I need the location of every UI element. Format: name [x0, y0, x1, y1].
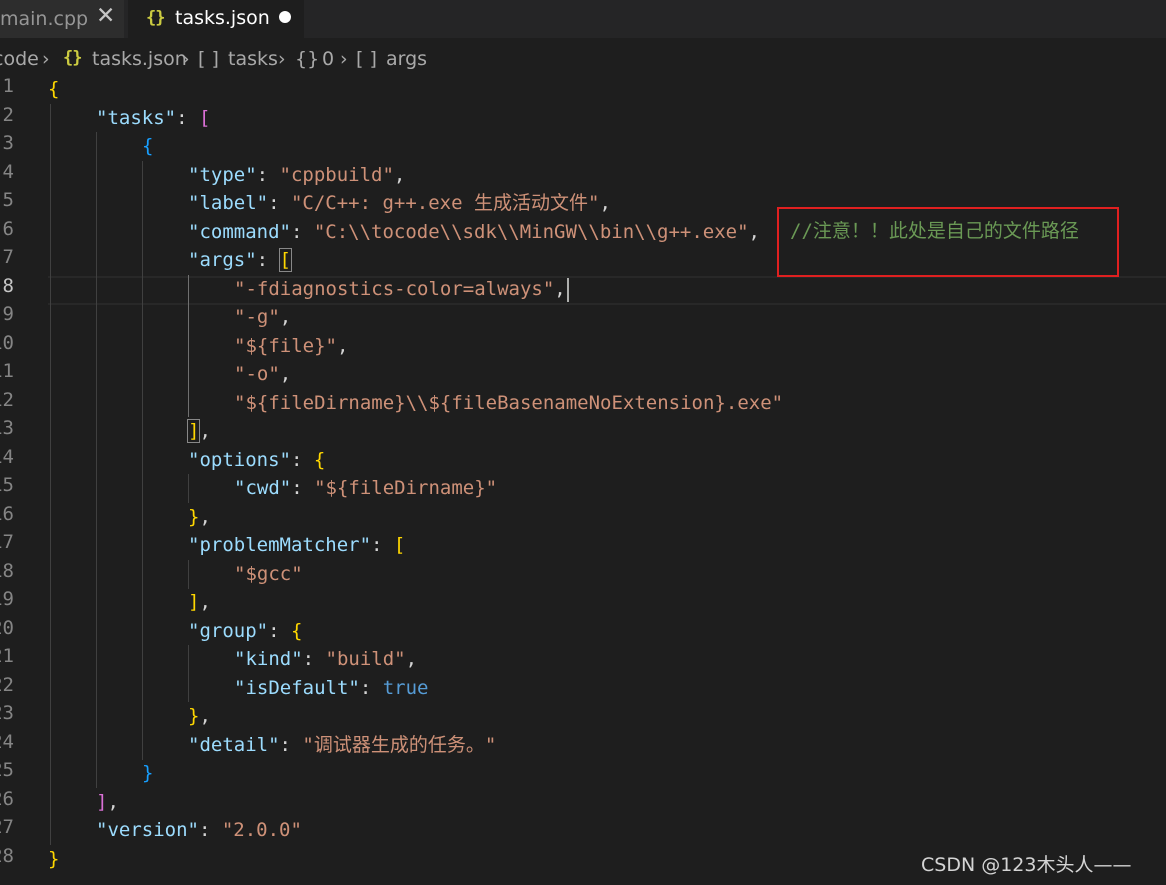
code-line: "isDefault": true	[234, 677, 429, 699]
code-line: "group": {	[188, 620, 303, 642]
code-line: },	[188, 705, 211, 727]
code-line: "-o",	[234, 363, 292, 385]
indent-guide	[188, 645, 189, 702]
line-number: 9	[2, 303, 14, 325]
current-line-highlight	[48, 276, 1166, 305]
code-line: ],	[96, 791, 119, 813]
line-number: 8	[2, 275, 14, 297]
line-number: 18	[0, 560, 14, 582]
code-line: "${file}",	[234, 335, 349, 357]
tab-main-cpp[interactable]: main.cpp ✕	[0, 0, 124, 38]
code-line: "$gcc"	[234, 563, 303, 585]
chevron-right-icon: ›	[182, 48, 190, 70]
code-line: "kind": "build",	[234, 648, 418, 670]
line-number: 10	[0, 332, 14, 354]
line-number: 17	[0, 531, 14, 553]
line-number: 6	[2, 218, 14, 240]
line-number: 22	[0, 674, 14, 696]
line-number: 16	[0, 503, 14, 525]
breadcrumb-item-folder[interactable]: code	[0, 48, 39, 70]
code-line: "label": "C/C++: g++.exe 生成活动文件",	[188, 192, 611, 214]
code-line: "-g",	[234, 306, 292, 328]
tab-bar: main.cpp ✕ {} tasks.json	[0, 0, 1166, 38]
code-line: "detail": "调试器生成的任务。"	[188, 734, 497, 756]
line-number: 28	[0, 845, 14, 867]
code-line: ],	[188, 591, 211, 613]
array-icon: [ ]	[356, 48, 377, 70]
code-line: }	[48, 848, 60, 870]
breadcrumb: code › {} tasks.json › [ ] tasks › {} 0 …	[0, 40, 1166, 78]
code-line: "version": "2.0.0"	[96, 819, 302, 841]
indent-guide-active	[188, 275, 189, 417]
line-number: 1	[2, 75, 14, 97]
watermark: CSDN @123木头人——	[921, 854, 1132, 876]
tab-label: tasks.json	[175, 7, 270, 29]
text-cursor	[566, 277, 569, 302]
line-number: 15	[0, 474, 14, 496]
code-line: "${fileDirname}\\${fileBasenameNoExtensi…	[234, 392, 784, 414]
array-icon: [ ]	[198, 48, 219, 70]
close-icon[interactable]: ✕	[96, 3, 115, 29]
line-number: 4	[2, 161, 14, 183]
json-braces-icon: {}	[63, 48, 83, 68]
breadcrumb-item-file[interactable]: tasks.json	[92, 48, 187, 70]
line-number: 23	[0, 702, 14, 724]
indent-guide	[50, 104, 51, 845]
code-line: "tasks": [	[96, 107, 211, 129]
code-line: {	[48, 78, 60, 100]
indent-guide	[188, 474, 189, 503]
object-icon: {}	[295, 48, 320, 70]
breadcrumb-item-index[interactable]: 0	[322, 48, 334, 70]
code-line: "problemMatcher": [	[188, 534, 406, 556]
chevron-right-icon: ›	[278, 48, 286, 70]
line-number: 27	[0, 816, 14, 838]
line-number: 13	[0, 417, 14, 439]
line-number: 7	[2, 246, 14, 268]
line-number: 20	[0, 617, 14, 639]
code-line: }	[142, 762, 154, 784]
code-line: ],	[186, 419, 211, 443]
code-line-active: "-fdiagnostics-color=always",	[234, 275, 569, 304]
indent-guide	[188, 560, 189, 589]
line-number: 21	[0, 645, 14, 667]
breadcrumb-item-args[interactable]: args	[386, 48, 427, 70]
line-number: 24	[0, 731, 14, 753]
code-line: "options": {	[188, 449, 326, 471]
unsaved-dot-icon[interactable]	[279, 11, 291, 23]
indent-guide	[142, 161, 143, 760]
line-number: 3	[2, 132, 14, 154]
code-line: "type": "cppbuild",	[188, 164, 406, 186]
line-number: 26	[0, 788, 14, 810]
tab-label: main.cpp	[0, 8, 89, 30]
line-number: 11	[0, 360, 14, 382]
line-number: 14	[0, 446, 14, 468]
json-braces-icon: {}	[146, 8, 166, 28]
line-number: 19	[0, 588, 14, 610]
tab-tasks-json[interactable]: {} tasks.json	[128, 0, 304, 38]
code-line: {	[142, 135, 154, 157]
indent-guide	[96, 132, 97, 788]
code-editor[interactable]: 1 2 3 4 5 6 7 8 9 10 11 12 13 14 15 16 1…	[0, 75, 1166, 885]
breadcrumb-item-tasks[interactable]: tasks	[228, 48, 278, 70]
line-number: 12	[0, 389, 14, 411]
chevron-right-icon: ›	[42, 48, 50, 70]
line-number: 2	[2, 104, 14, 126]
chevron-right-icon: ›	[340, 48, 348, 70]
line-number: 25	[0, 759, 14, 781]
code-line: "args": [	[188, 248, 293, 272]
line-number: 5	[2, 189, 14, 211]
code-line: "cwd": "${fileDirname}"	[234, 477, 498, 499]
code-line: "command": "C:\\tocode\\sdk\\MinGW\\bin\…	[188, 221, 760, 243]
annotation-comment: //注意！！此处是自己的文件路径	[790, 220, 1079, 242]
code-line: },	[188, 506, 211, 528]
